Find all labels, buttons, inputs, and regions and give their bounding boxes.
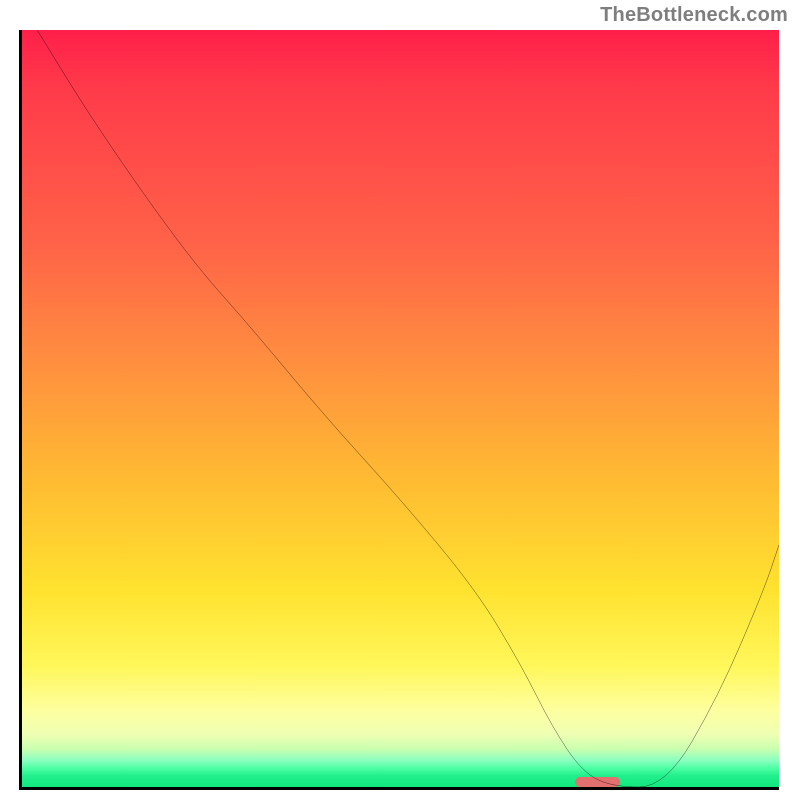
plot-area [22,30,779,787]
bottleneck-curve [22,30,779,787]
watermark-text: TheBottleneck.com [600,4,788,27]
chart-axes [19,30,779,790]
curve-path [37,30,779,787]
